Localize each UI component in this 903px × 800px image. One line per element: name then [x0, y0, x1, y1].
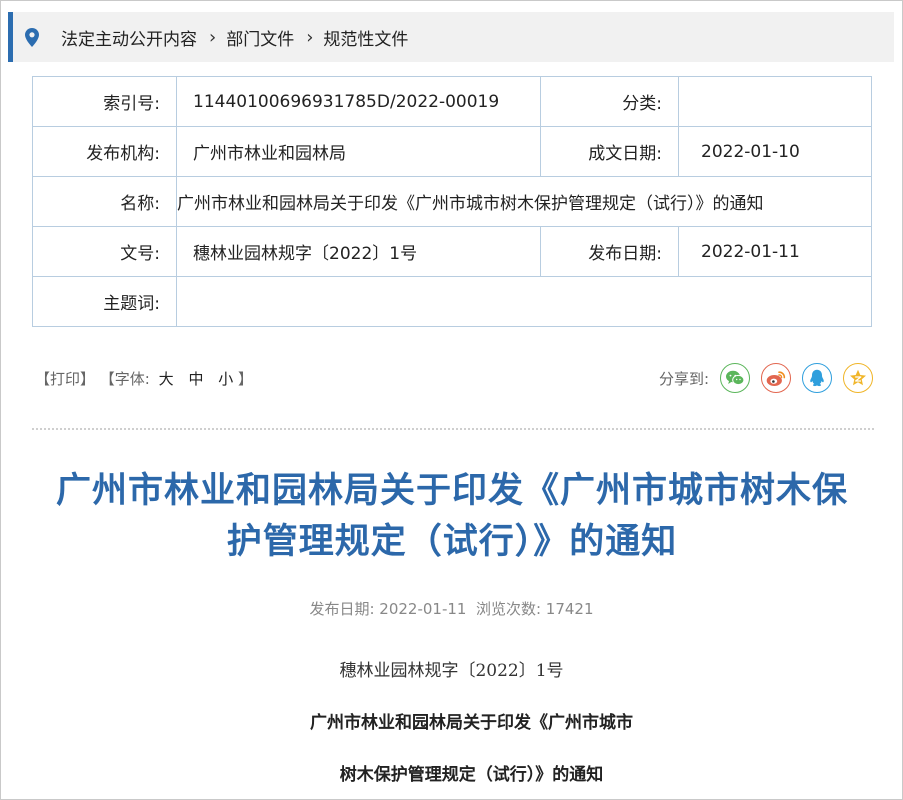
share-bar: 分享到:	[659, 363, 873, 393]
doc-no-value: 穗林业园林规字〔2022〕1号	[176, 226, 541, 277]
doc-no-label: 文号:	[32, 226, 177, 277]
share-label: 分享到:	[658, 369, 709, 388]
publisher-value: 广州市林业和园林局	[176, 126, 541, 177]
created-date-label: 成文日期:	[540, 126, 679, 177]
name-label: 名称:	[32, 176, 177, 227]
category-label: 分类:	[540, 76, 679, 127]
body-title-line: 树木保护管理规定（试行）》的通知	[339, 765, 604, 785]
chevron-right-icon: ›	[209, 26, 217, 48]
wechat-icon[interactable]	[720, 363, 750, 393]
meta-row: 索引号: 11440100696931785D/2022-00019 分类:	[32, 76, 872, 127]
font-medium-button[interactable]: 中	[188, 370, 203, 388]
qzone-icon[interactable]	[843, 363, 873, 393]
publisher-label: 发布机构:	[32, 126, 177, 177]
breadcrumb-item-department-docs[interactable]: 部门文件	[226, 25, 294, 50]
font-small-button[interactable]: 小	[218, 370, 233, 388]
weibo-icon[interactable]	[761, 363, 791, 393]
font-size-label: 【字体:	[99, 370, 150, 388]
location-pin-icon	[25, 27, 51, 47]
meta-row: 发布机构: 广州市林业和园林局 成文日期: 2022-01-10	[32, 126, 872, 177]
qq-icon[interactable]	[802, 363, 832, 393]
keywords-value	[176, 276, 872, 327]
print-button[interactable]: 【打印】	[35, 370, 95, 388]
font-large-button[interactable]: 大	[159, 370, 174, 388]
chevron-right-icon: ›	[306, 26, 314, 48]
article-tools: 【打印】 【字体: 大 中 小 】	[35, 368, 253, 389]
document-meta-table: 索引号: 11440100696931785D/2022-00019 分类: 发…	[32, 76, 872, 327]
breadcrumb-item-public-content[interactable]: 法定主动公开内容	[61, 25, 197, 50]
publish-date-value: 2022-01-11	[678, 226, 872, 277]
meta-row: 文号: 穗林业园林规字〔2022〕1号 发布日期: 2022-01-11	[32, 226, 872, 277]
name-value: 广州市林业和园林局关于印发《广州市城市树木保护管理规定（试行）》的通知	[176, 176, 872, 227]
keywords-label: 主题词:	[32, 276, 177, 327]
meta-row: 主题词:	[32, 276, 872, 327]
publish-date-label: 发布日期:	[540, 226, 679, 277]
created-date-value: 2022-01-10	[678, 126, 872, 177]
meta-row: 名称: 广州市林业和园林局关于印发《广州市城市树木保护管理规定（试行）》的通知	[32, 176, 872, 227]
article-publish-info: 发布日期: 2022-01-11 浏览次数: 17421	[309, 600, 594, 618]
index-no-label: 索引号:	[32, 76, 177, 127]
index-no-value: 11440100696931785D/2022-00019	[176, 76, 541, 127]
article-doc-number: 穗林业园林规字〔2022〕1号	[339, 661, 564, 681]
body-title-line: 广州市林业和园林局关于印发《广州市城市	[310, 713, 633, 733]
category-value	[678, 76, 872, 127]
breadcrumb-item-normative-docs[interactable]: 规范性文件	[323, 25, 408, 50]
breadcrumb: 法定主动公开内容 › 部门文件 › 规范性文件	[8, 12, 894, 62]
font-size-close: 】	[238, 370, 254, 388]
article-title-line: 护管理规定（试行）》的通知	[226, 522, 678, 562]
dotted-divider	[32, 428, 874, 430]
article-title-line: 广州市林业和园林局关于印发《广州市城市树木保	[55, 471, 848, 511]
article-title: 广州市林业和园林局关于印发《广州市城市树木保 护管理规定（试行）》的通知	[20, 466, 884, 568]
